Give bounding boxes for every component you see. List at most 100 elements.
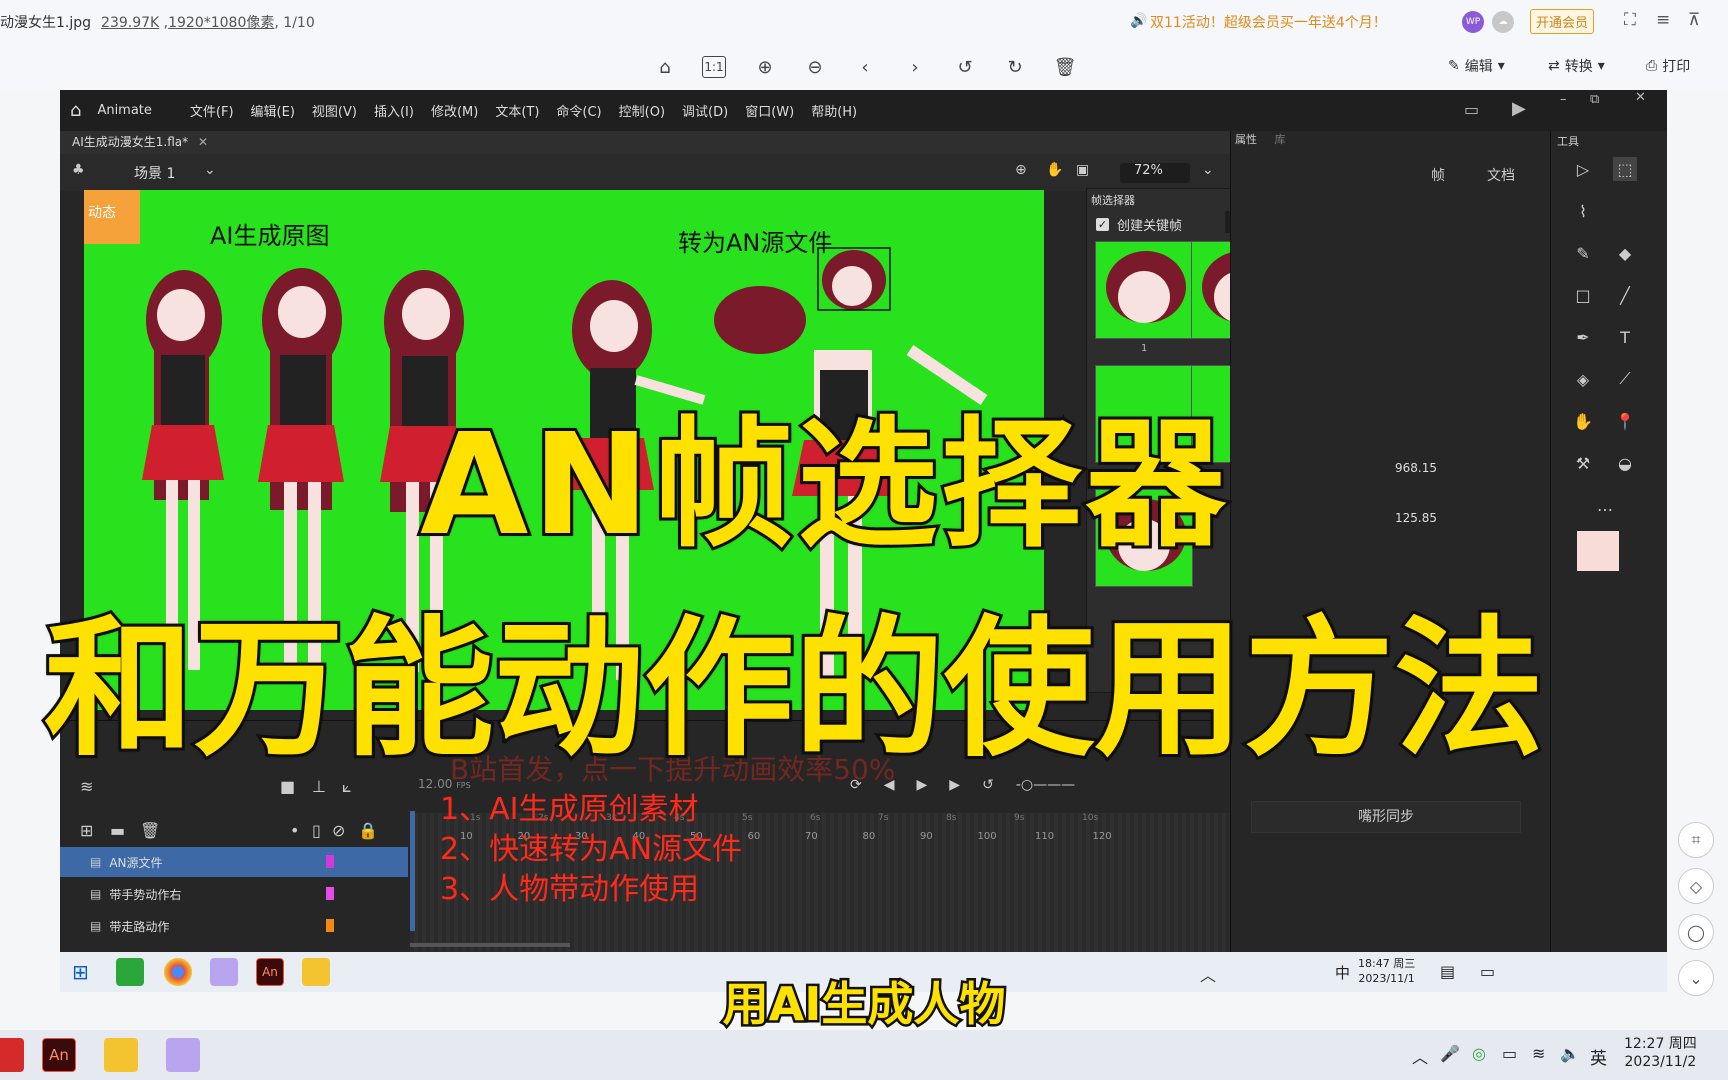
chevron-down-icon[interactable]: ⌄	[204, 162, 216, 178]
menu-control[interactable]: 控制(O)	[619, 101, 665, 120]
prev-icon[interactable]: ‹	[852, 54, 878, 80]
position-y[interactable]: 125.85	[1395, 511, 1437, 525]
highlight-icon[interactable]: •	[290, 821, 299, 840]
chevron-down-icon[interactable]: ⌄	[1202, 162, 1214, 178]
home-icon[interactable]: ⌂	[70, 100, 81, 121]
convert-menu-button[interactable]: ⇄ 转换 ▾	[1548, 56, 1605, 76]
menu-commands[interactable]: 命令(C)	[556, 101, 601, 120]
layer-row[interactable]: ▤ 带手势动作右	[60, 879, 408, 909]
document-tab-props[interactable]: 文档	[1487, 165, 1515, 185]
outline-icon[interactable]: ▯	[312, 821, 321, 840]
library-tab[interactable]: 库	[1275, 133, 1286, 146]
fill-color-swatch[interactable]	[1577, 531, 1619, 571]
scene-name[interactable]: 场景 1	[134, 163, 175, 183]
maximize-icon[interactable]: ⧉	[1590, 92, 1599, 107]
os-clock[interactable]: 12:27 周四 2023/11/2	[1624, 1035, 1697, 1071]
pen-tool-icon[interactable]: ✒	[1571, 325, 1595, 349]
menu-view[interactable]: 视图(V)	[312, 101, 357, 120]
text-tool-icon[interactable]: T	[1613, 325, 1637, 349]
close-tab-icon[interactable]: ✕	[198, 135, 208, 149]
properties-tab[interactable]: 属性	[1235, 133, 1257, 146]
app-icon[interactable]	[0, 1038, 24, 1072]
trash-icon[interactable]: 🗑	[140, 821, 160, 840]
pin-icon[interactable]: ⊼	[1688, 10, 1700, 30]
position-x[interactable]: 968.15	[1395, 461, 1437, 475]
document-tab[interactable]: AI生成动漫女生1.fla* ✕	[60, 131, 1230, 154]
next-icon[interactable]: ›	[902, 54, 928, 80]
expand-down-icon[interactable]: ⌄	[1678, 960, 1714, 996]
vip-button[interactable]: 开通会员	[1530, 9, 1595, 34]
center-stage-icon[interactable]: ⊕	[1015, 162, 1027, 178]
mouse-icon[interactable]: ⌂	[652, 54, 678, 80]
lock-icon[interactable]: 🔒	[358, 821, 378, 840]
battery-icon[interactable]: ▭	[1502, 1044, 1517, 1063]
subselection-tool-icon[interactable]: ⬚	[1613, 157, 1637, 181]
viewer-promo[interactable]: 双11活动！超级会员买一年送4个月！	[1150, 12, 1387, 32]
wifi-icon[interactable]: ≋	[1532, 1044, 1545, 1063]
zoom-field[interactable]: 72%	[1120, 163, 1190, 183]
menu-text[interactable]: 文本(T)	[495, 101, 539, 120]
clip-icon[interactable]: ▣	[1076, 162, 1089, 178]
rectangle-tool-icon[interactable]: □	[1571, 283, 1595, 307]
ime-lang[interactable]: 英	[1590, 1044, 1607, 1069]
pin-tool-icon[interactable]: 📍	[1613, 409, 1637, 433]
menu-file[interactable]: 文件(F)	[190, 101, 234, 120]
visibility-icon[interactable]: ⊘	[332, 821, 345, 840]
play-icon[interactable]: ▶	[1512, 98, 1526, 119]
eraser-tool-icon[interactable]: ◆	[1613, 241, 1637, 265]
menu-debug[interactable]: 调试(D)	[682, 101, 728, 120]
zoom-in-icon[interactable]: ⊕	[752, 54, 778, 80]
eyedropper-icon[interactable]: ⟋	[1613, 367, 1637, 391]
frame-tab[interactable]: 帧	[1431, 165, 1445, 185]
delete-icon[interactable]: 🗑	[1052, 54, 1078, 80]
volume-icon[interactable]: 🔈	[1560, 1044, 1580, 1063]
more-tools-icon[interactable]: …	[1593, 493, 1617, 517]
rotate-right-icon[interactable]: ↻	[1002, 54, 1028, 80]
animate-app-icon[interactable]: An	[42, 1038, 76, 1072]
close-icon[interactable]: ✕	[1635, 90, 1646, 105]
menu-help[interactable]: 帮助(H)	[811, 101, 857, 120]
viewer-resolution[interactable]: 1920*1080像素	[168, 15, 274, 31]
lasso-tool-icon[interactable]: ⌇	[1571, 199, 1595, 223]
hand-tool-icon[interactable]: ✋	[1571, 409, 1595, 433]
zoom-out-icon[interactable]: ⊖	[802, 54, 828, 80]
frame-thumb-1[interactable]	[1095, 241, 1193, 339]
viewer-filesize[interactable]: 239.97K	[101, 15, 159, 31]
fullscreen-icon[interactable]: ⛶	[1624, 10, 1636, 30]
lip-sync-button[interactable]: 嘴形同步	[1251, 801, 1521, 833]
file-explorer-icon[interactable]	[104, 1038, 138, 1072]
minimize-icon[interactable]: –	[1560, 92, 1567, 107]
bone-tool-icon[interactable]: ⚒	[1571, 451, 1595, 475]
rotate-left-icon[interactable]: ↺	[952, 54, 978, 80]
menu-icon[interactable]: ≡	[1656, 10, 1670, 30]
selected-head[interactable]	[817, 247, 891, 311]
print-button[interactable]: ⎙ 打印	[1646, 56, 1690, 76]
menu-window[interactable]: 窗口(W)	[745, 101, 794, 120]
microphone-icon[interactable]: 🎤	[1440, 1044, 1460, 1063]
menu-edit[interactable]: 编辑(E)	[251, 101, 295, 120]
menu-modify[interactable]: 修改(M)	[431, 101, 478, 120]
edit-menu-button[interactable]: ✎ 编辑 ▾	[1448, 56, 1505, 76]
photos-icon[interactable]	[166, 1038, 200, 1072]
selection-tool-icon[interactable]: ▷	[1571, 157, 1595, 181]
eraser-icon[interactable]: ◇	[1678, 868, 1714, 904]
layer-row[interactable]: ▤ AN源文件	[60, 847, 408, 877]
paint-bucket-icon[interactable]: ◈	[1571, 367, 1595, 391]
hand-icon[interactable]: ✋	[1046, 162, 1063, 178]
security-icon[interactable]: ◎	[1472, 1044, 1486, 1063]
line-tool-icon[interactable]: ╱	[1613, 283, 1637, 307]
brush-tool-icon[interactable]: ✎	[1571, 241, 1595, 265]
cloud-icon[interactable]: ☁	[1492, 11, 1514, 33]
camera-tool-icon[interactable]: ◒	[1613, 451, 1637, 475]
layer-row[interactable]: ▤ 带走路动作	[60, 911, 408, 941]
wp-badge-icon[interactable]: WP	[1462, 11, 1484, 33]
actual-size-button[interactable]: 1:1	[702, 56, 726, 78]
ocr-icon[interactable]: ◯	[1678, 914, 1714, 950]
timeline-scrollbar[interactable]	[410, 943, 570, 947]
create-keyframe-checkbox[interactable]: ✓	[1096, 218, 1109, 231]
add-layer-icon[interactable]: ⊞	[80, 821, 93, 840]
folder-icon[interactable]: ▬	[110, 821, 125, 840]
tray-chevron-icon[interactable]: ︿	[1412, 1044, 1428, 1068]
workspace-icon[interactable]: ▭	[1464, 100, 1479, 119]
playhead[interactable]	[410, 811, 415, 931]
